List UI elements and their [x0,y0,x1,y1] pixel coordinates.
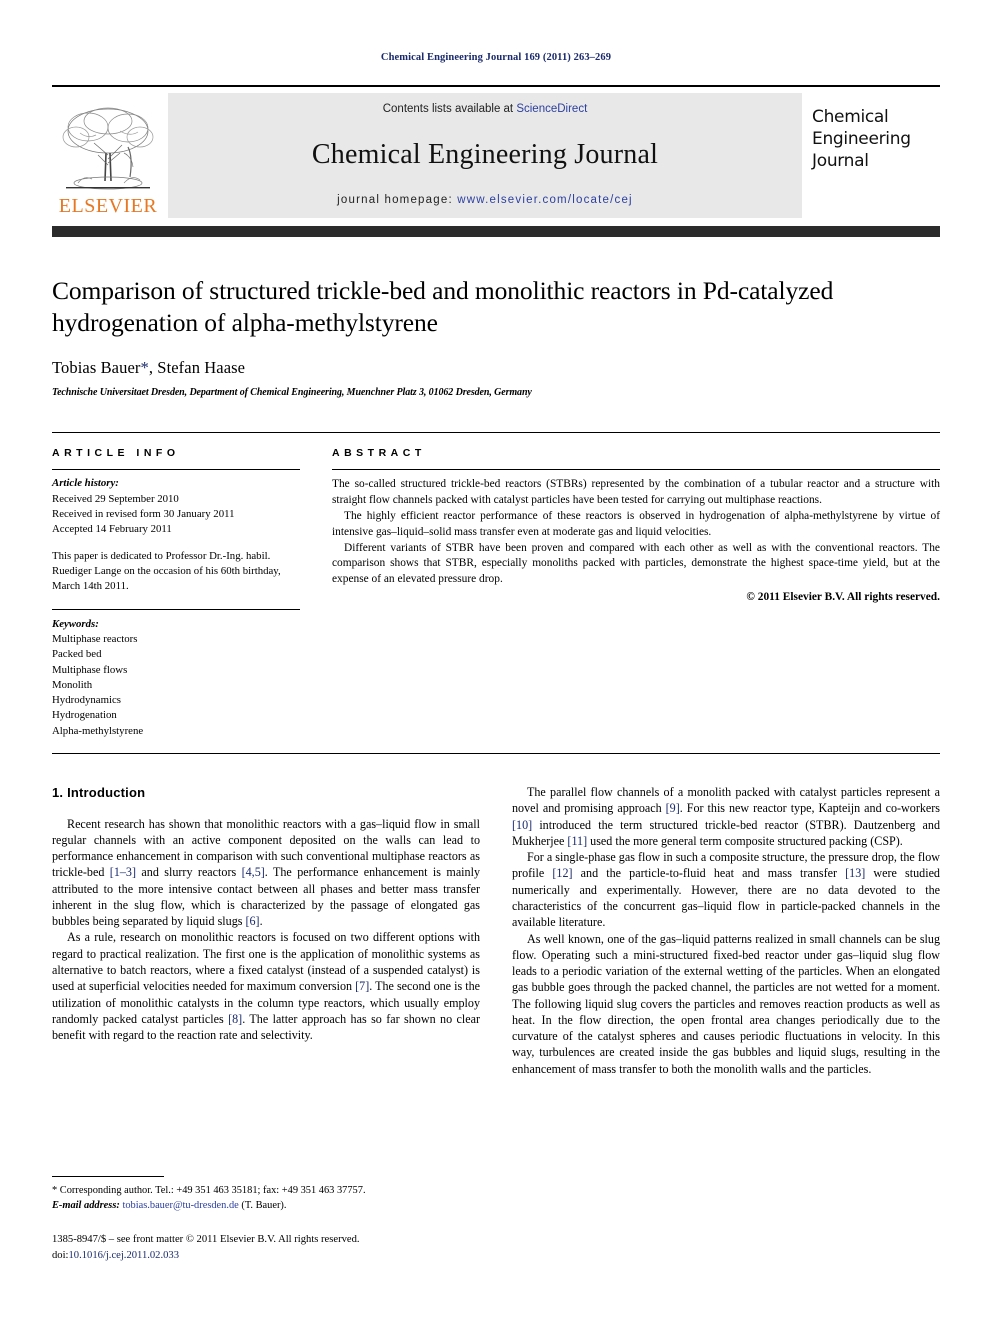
publisher-logo: ELSEVIER [52,93,164,218]
article-history: Article history: Received 29 September 2… [52,470,300,594]
citation-link[interactable]: [6] [245,914,259,928]
sciencedirect-link[interactable]: ScienceDirect [516,103,587,115]
journal-masthead: ELSEVIER Contents lists available at Sci… [52,85,940,218]
keywords-block: Keywords: Multiphase reactors Packed bed… [52,608,300,740]
body-paragraph: Recent research has shown that monolithi… [52,816,480,930]
keyword-item: Monolith [52,678,93,691]
citation-link[interactable]: [8] [228,1012,242,1026]
abstract-paragraph: The highly efficient reactor performance… [332,509,940,538]
keyword-item: Multiphase reactors [52,632,138,645]
journal-cover-thumbnail: Chemical Engineering Journal [802,93,940,218]
journal-homepage-link[interactable]: www.elsevier.com/locate/cej [457,194,633,206]
citation-link[interactable]: [10] [512,818,532,832]
footnote-area: * Corresponding author. Tel.: +49 351 46… [52,1176,448,1263]
body-paragraph: As a rule, research on monolithic reacto… [52,929,480,1043]
citation-link[interactable]: [1–3] [110,865,136,879]
abstract-heading: ABSTRACT [332,447,426,460]
author-list: Tobias Bauer*, Stefan Haase [52,358,940,378]
article-history-label: Article history: [52,477,119,490]
intro-right-paragraphs: The parallel flow channels of a monolith… [512,784,940,1077]
column-gap [300,433,332,739]
cover-title-line-1: Chemical [812,107,889,127]
elsevier-wordmark: ELSEVIER [58,195,158,217]
corresponding-author-marker: * [140,358,149,378]
journal-homepage-line: journal homepage: www.elsevier.com/locat… [337,194,633,206]
keyword-item: Hydrodynamics [52,694,121,707]
section-name: Introduction [67,785,146,801]
cover-title-line-3: Journal [812,150,869,171]
issn-copyright-block: 1385-8947/$ – see front matter © 2011 El… [52,1232,448,1263]
revised-date: Received in revised form 30 January 2011 [52,507,235,520]
keyword-item: Hydrogenation [52,709,117,722]
paragraph-text: and the particle-to-fluid heat and mass … [572,866,846,881]
author-name-first: Tobias Bauer [52,358,141,378]
keyword-item: Packed bed [52,648,102,661]
author-name-rest: , Stefan Haase [148,358,246,378]
dedication-note: This paper is dedicated to Professor Dr.… [52,549,281,593]
contents-prefix: Contents lists available at [382,103,517,115]
citation-link[interactable]: [13] [845,866,865,880]
intro-left-paragraphs: Recent research has shown that monolithi… [52,816,480,1044]
masthead-dark-band [52,226,940,237]
keyword-item: Alpha-methylstyrene [52,724,144,737]
homepage-prefix: journal homepage: [337,194,458,206]
title-block: Comparison of structured trickle-bed and… [52,275,940,398]
email-note: E-mail address: tobias.bauer@tu-dresden.… [52,1199,448,1214]
email-link[interactable]: tobias.bauer@tu-dresden.de [122,1200,238,1211]
doi-label: doi: [52,1249,69,1261]
cover-title: Chemical Engineering Journal [812,107,940,172]
abstract-body: The so-called structured trickle-bed rea… [332,470,940,606]
citation-link[interactable]: [11] [567,834,587,848]
cover-title-line-2: Engineering [812,128,911,149]
paragraph-text: . [259,914,263,929]
doi-line: doi:10.1016/j.cej.2011.02.033 [52,1248,448,1263]
elsevier-tree-icon [62,107,154,190]
info-abstract-section: ARTICLE INFO Article history: Received 2… [52,432,940,739]
journal-title: Chemical Engineering Journal [311,138,659,170]
abstract-paragraph: The so-called structured trickle-bed rea… [332,478,940,507]
received-date: Received 29 September 2010 [52,492,179,505]
affiliation: Technische Universitaet Dresden, Departm… [52,387,532,399]
abstract-copyright: © 2011 Elsevier B.V. All rights reserved… [746,591,940,604]
issn-line: 1385-8947/$ – see front matter © 2011 El… [52,1234,360,1246]
abstract-paragraph: Different variants of STBR have been pro… [332,541,940,586]
body-paragraph: As well known, one of the gas–liquid pat… [512,931,940,1077]
footnote-rule [52,1176,164,1178]
paragraph-text: and slurry reactors [136,865,242,880]
body-paragraph: The parallel flow channels of a monolith… [512,784,940,849]
body-column-right: The parallel flow channels of a monolith… [512,784,940,1077]
abstract-column: ABSTRACT The so-called structured trickl… [332,433,940,739]
contents-available-line: Contents lists available at ScienceDirec… [383,103,588,115]
page-title: Comparison of structured trickle-bed and… [52,276,834,337]
citation-link[interactable]: [7] [355,979,369,993]
info-abstract-bottom-rule [52,753,940,755]
section-number: 1. [52,785,64,801]
paragraph-text: As well known, one of the gas–liquid pat… [512,931,940,1076]
article-info-column: ARTICLE INFO Article history: Received 2… [52,433,300,739]
citation-link[interactable]: [12] [552,866,572,880]
body-paragraph: For a single-phase gas flow in such a co… [512,849,940,930]
paragraph-text: . For this new reactor type, Kapteijn an… [679,801,940,816]
citation-link[interactable]: [4,5] [242,865,265,879]
accepted-date: Accepted 14 February 2011 [52,523,172,536]
corresponding-author-note: * Corresponding author. Tel.: +49 351 46… [52,1185,366,1197]
keyword-item: Multiphase flows [52,663,128,676]
paper-page: Chemical Engineering Journal 169 (2011) … [0,0,992,1323]
paragraph-text: used the more general term composite str… [587,833,903,848]
doi-link[interactable]: 10.1016/j.cej.2011.02.033 [68,1250,179,1261]
article-info-heading: ARTICLE INFO [52,447,180,460]
masthead-center-panel: Contents lists available at ScienceDirec… [168,93,802,218]
keywords-label: Keywords: [52,617,99,630]
citation-link[interactable]: [9] [666,801,680,815]
email-owner: (T. Bauer). [241,1199,287,1211]
article-body: 1. Introduction Recent research has show… [52,784,940,1077]
running-head: Chemical Engineering Journal 169 (2011) … [380,52,612,63]
section-title-introduction: 1. Introduction [52,784,480,801]
email-label: E-mail address: [52,1199,120,1211]
body-column-left: 1. Introduction Recent research has show… [52,784,480,1077]
